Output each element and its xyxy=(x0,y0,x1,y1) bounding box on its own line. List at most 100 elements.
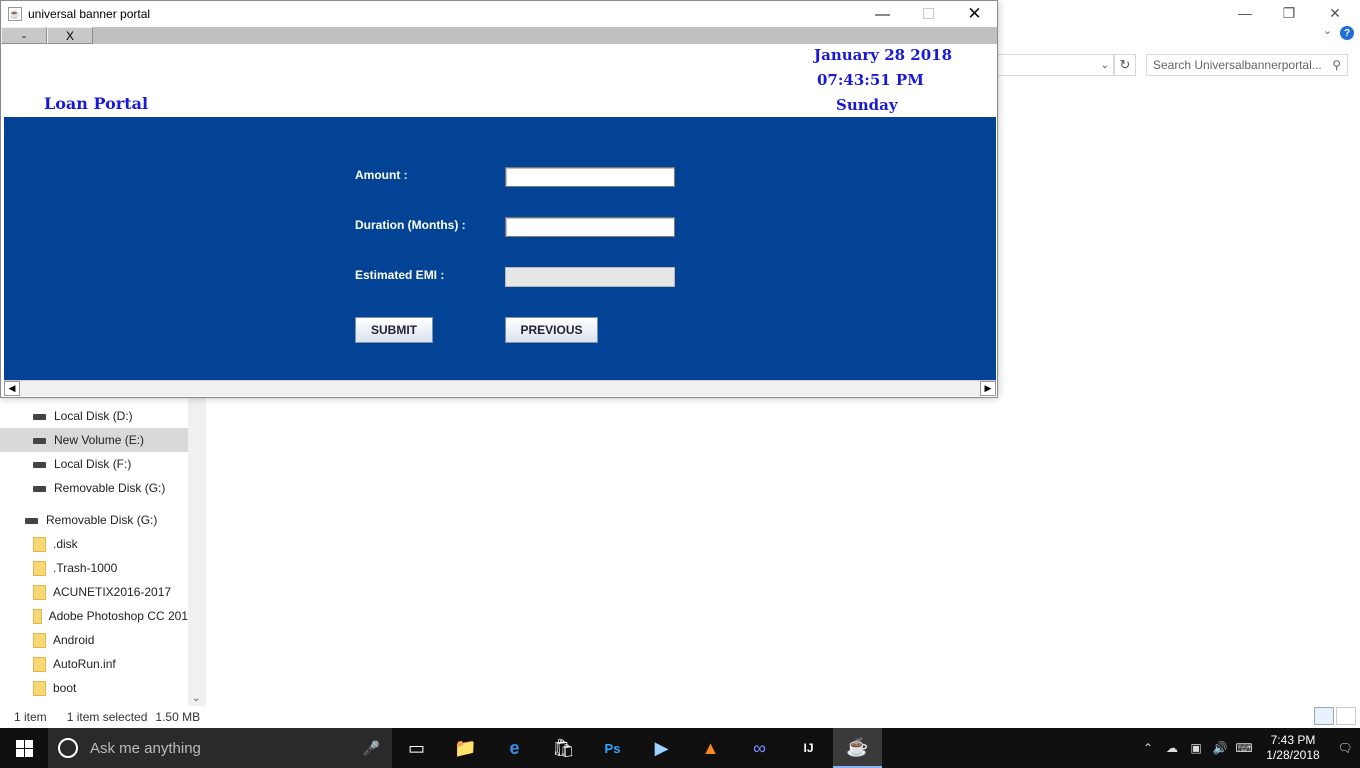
network-icon[interactable]: ▣ xyxy=(1184,741,1208,755)
infinity-app-icon[interactable]: ∞ xyxy=(735,728,784,768)
drive-icon xyxy=(33,486,46,492)
drive-icon xyxy=(33,462,46,468)
cortana-icon xyxy=(58,738,78,758)
nav-item-label: Android xyxy=(53,633,95,647)
nav-item-label: AutoRun.inf xyxy=(53,657,116,671)
close-button[interactable]: ✕ xyxy=(952,1,997,27)
app-toolbar: - X xyxy=(1,27,997,44)
loan-form-panel: Amount : Duration (Months) : Estimated E… xyxy=(4,117,996,380)
system-tray: ⌃ ☁ ▣ 🔊 ⌨ 7:43 PM 1/28/2018 🗨 xyxy=(1136,728,1360,768)
clock-date: 1/28/2018 xyxy=(1266,748,1320,762)
keyboard-icon[interactable]: ⌨ xyxy=(1232,741,1256,755)
scroll-left-icon[interactable]: ◀ xyxy=(4,381,20,396)
folder-icon xyxy=(33,536,46,552)
file-explorer-icon[interactable]: 📁 xyxy=(441,728,490,768)
explorer-minimize-button[interactable]: — xyxy=(1222,0,1268,26)
status-item-count: 1 item xyxy=(14,710,47,724)
nav-item-label: boot xyxy=(53,681,77,695)
nav-scrollbar[interactable]: ⌄ xyxy=(188,398,206,706)
nav-item-label: Local Disk (D:) xyxy=(54,409,133,423)
nav-item-folder[interactable]: AutoRun.inf xyxy=(0,652,188,676)
nav-item-folder[interactable]: Adobe Photoshop CC 201 xyxy=(0,604,188,628)
start-button[interactable] xyxy=(0,728,48,768)
vlc-icon[interactable]: ▲ xyxy=(686,728,735,768)
minimize-button[interactable]: — xyxy=(860,1,905,27)
nav-item-folder[interactable]: .Trash-1000 xyxy=(0,556,188,580)
address-bar[interactable]: ⌄ xyxy=(998,54,1114,76)
chevron-down-icon[interactable]: ⌄ xyxy=(1101,60,1109,71)
nav-item-label: Adobe Photoshop CC 201 xyxy=(48,609,188,623)
status-size: 1.50 MB xyxy=(155,710,201,724)
edge-icon[interactable]: e xyxy=(490,728,539,768)
portal-title: Loan Portal xyxy=(44,94,149,113)
nav-item-folder[interactable]: Android xyxy=(0,628,188,652)
duration-input[interactable] xyxy=(505,217,675,237)
task-view-icon[interactable]: ▭ xyxy=(392,728,441,768)
nav-item-folder[interactable]: .disk xyxy=(0,532,188,556)
cortana-search-box[interactable]: Ask me anything 🎤 xyxy=(48,728,392,768)
nav-item-label: ACUNETIX2016-2017 xyxy=(53,585,172,599)
nav-item-local-disk-d[interactable]: Local Disk (D:) xyxy=(0,404,188,428)
microphone-icon[interactable]: 🎤 xyxy=(363,740,380,757)
minimize-app-button[interactable]: - xyxy=(1,27,47,44)
help-icon[interactable]: ? xyxy=(1340,26,1354,40)
nav-item-label: Removable Disk (G:) xyxy=(46,513,158,527)
folder-icon xyxy=(33,632,46,648)
nav-item-label: Removable Disk (G:) xyxy=(54,481,166,495)
previous-button[interactable]: PREVIOUS xyxy=(505,317,598,343)
clock-time: 7:43 PM xyxy=(1270,733,1316,747)
folder-icon xyxy=(33,608,42,624)
loan-portal-window: ☕ universal banner portal — ☐ ✕ - X Loan… xyxy=(0,0,998,398)
window-title: universal banner portal xyxy=(28,7,151,21)
nav-item-removable-disk-g-root[interactable]: Removable Disk (G:) xyxy=(0,508,188,532)
explorer-close-button[interactable]: ✕ xyxy=(1312,0,1358,26)
drive-icon xyxy=(33,438,46,444)
nav-item-label: .Trash-1000 xyxy=(53,561,118,575)
ribbon-expand-chevron-icon[interactable]: ⌄ xyxy=(1323,24,1332,37)
current-day: Sunday xyxy=(836,96,898,114)
search-placeholder: Search Universalbannerportal... xyxy=(1153,58,1322,72)
drive-icon xyxy=(25,518,38,524)
current-time: 07:43:51 PM xyxy=(817,71,924,89)
nav-item-removable-disk-g[interactable]: Removable Disk (G:) xyxy=(0,476,188,500)
submit-button[interactable]: SUBMIT xyxy=(355,317,433,343)
duration-label: Duration (Months) : xyxy=(355,218,466,232)
store-icon[interactable]: 🛍 xyxy=(539,728,588,768)
scroll-right-icon[interactable]: ▶ xyxy=(980,381,996,396)
show-hidden-icons-icon[interactable]: ⌃ xyxy=(1136,741,1160,755)
view-toggle xyxy=(1314,707,1356,725)
volume-icon[interactable]: 🔊 xyxy=(1208,741,1232,755)
taskbar-clock[interactable]: 7:43 PM 1/28/2018 xyxy=(1256,733,1330,763)
explorer-search-input[interactable]: Search Universalbannerportal... ⚲ xyxy=(1146,54,1348,76)
taskbar: Ask me anything 🎤 ▭ 📁 e 🛍 Ps ▶ ▲ ∞ IJ ☕ … xyxy=(0,728,1360,768)
nav-item-folder[interactable]: ACUNETIX2016-2017 xyxy=(0,580,188,604)
folder-icon xyxy=(33,680,46,696)
nav-item-label: Local Disk (F:) xyxy=(54,457,132,471)
media-player-icon[interactable]: ▶ xyxy=(637,728,686,768)
nav-item-new-volume-e[interactable]: New Volume (E:) xyxy=(0,428,188,452)
folder-icon xyxy=(33,560,46,576)
explorer-restore-button[interactable]: ❐ xyxy=(1266,0,1312,26)
horizontal-scrollbar[interactable]: ◀ ▶ xyxy=(4,380,996,396)
scroll-down-icon[interactable]: ⌄ xyxy=(192,693,200,704)
photoshop-icon[interactable]: Ps xyxy=(588,728,637,768)
cortana-placeholder: Ask me anything xyxy=(90,739,201,757)
refresh-icon[interactable]: ↻ xyxy=(1114,54,1136,76)
large-icons-view-icon[interactable] xyxy=(1336,707,1356,725)
window-titlebar[interactable]: ☕ universal banner portal — ☐ ✕ xyxy=(1,1,997,27)
drive-icon xyxy=(33,414,46,420)
onedrive-icon[interactable]: ☁ xyxy=(1160,741,1184,755)
exit-app-button[interactable]: X xyxy=(47,27,93,44)
details-view-icon[interactable] xyxy=(1314,707,1334,725)
amount-input[interactable] xyxy=(505,167,675,187)
navigation-pane: Local Disk (D:) New Volume (E:) Local Di… xyxy=(0,398,206,706)
maximize-button[interactable]: ☐ xyxy=(906,1,951,27)
nav-item-local-disk-f[interactable]: Local Disk (F:) xyxy=(0,452,188,476)
explorer-status-bar: 1 item 1 item selected 1.50 MB xyxy=(0,706,1360,728)
nav-item-label: New Volume (E:) xyxy=(54,433,145,447)
nav-item-folder[interactable]: boot xyxy=(0,676,188,700)
action-center-icon[interactable]: 🗨 xyxy=(1330,741,1360,755)
intellij-icon[interactable]: IJ xyxy=(784,728,833,768)
java-icon[interactable]: ☕ xyxy=(833,728,882,768)
folder-icon xyxy=(33,584,46,600)
